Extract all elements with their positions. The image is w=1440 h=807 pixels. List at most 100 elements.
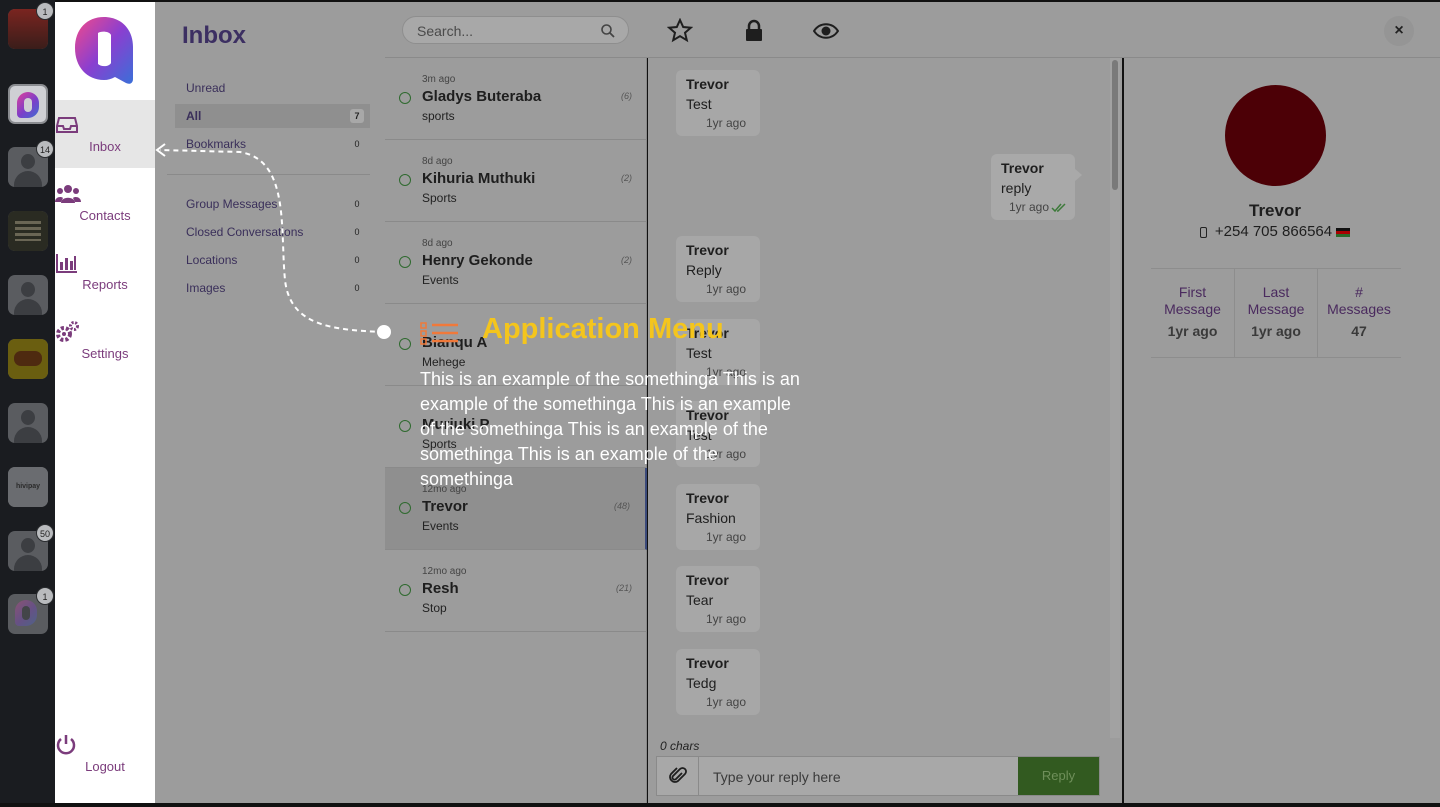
filter-images[interactable]: Images 0 [175, 276, 370, 300]
status-dot [399, 338, 411, 350]
attach-button[interactable] [657, 757, 699, 795]
status-dot [399, 256, 411, 268]
message-time: 1yr ago [705, 530, 746, 544]
message-text: Test [686, 96, 712, 112]
stat-label: Last [1262, 284, 1290, 300]
contact-phone-row: +254 705 866564 [1124, 223, 1426, 240]
conversation-name: Trevor [422, 498, 468, 515]
account-image [8, 211, 48, 251]
account-avatar[interactable] [8, 275, 48, 315]
gears-icon [56, 321, 79, 342]
conversation-tag: Stop [422, 601, 447, 615]
search-icon[interactable] [600, 23, 616, 39]
contact-phone: +254 705 866564 [1214, 223, 1333, 240]
message-count: (6) [621, 91, 632, 101]
filter-count: 0 [354, 227, 360, 237]
conversation-time: 8d ago [422, 156, 453, 167]
incoming-message: Trevor Test 1yr ago [676, 70, 760, 136]
filter-label: All [186, 109, 202, 123]
account-avatar[interactable] [8, 211, 48, 251]
filter-label: Bookmarks [186, 137, 247, 151]
status-dot [399, 584, 411, 596]
filter-count: 0 [354, 283, 360, 293]
account-avatar[interactable]: hivipay [8, 467, 48, 507]
account-avatar[interactable]: 14 [8, 140, 54, 187]
logout-button[interactable]: Logout [55, 720, 155, 788]
account-image [8, 403, 48, 443]
stat-first-message: First Message 1yr ago [1151, 269, 1234, 357]
message-sender: Trevor [686, 490, 729, 506]
nav-settings[interactable]: Settings [55, 307, 155, 375]
reply-button[interactable]: Reply [1018, 757, 1099, 795]
message-count: (21) [615, 583, 632, 593]
message-count: (2) [621, 255, 632, 265]
app-logo-icon [17, 92, 39, 118]
nav-inbox-label: Inbox [89, 139, 121, 154]
filter-group-messages[interactable]: Group Messages 0 [175, 192, 370, 216]
users-icon [55, 185, 81, 203]
status-dot [399, 92, 411, 104]
message-text: Reply [686, 262, 722, 278]
stat-message-count: # Messages 47 [1317, 269, 1400, 357]
account-avatar[interactable]: 1 [8, 2, 54, 49]
account-avatar[interactable] [8, 84, 48, 124]
close-button[interactable]: × [1384, 16, 1414, 46]
app-logo-icon [15, 600, 37, 626]
lock-icon[interactable] [741, 18, 767, 44]
account-avatar[interactable]: 1 [8, 587, 54, 634]
account-image [8, 339, 48, 379]
conversation-item[interactable]: 8d ago Kihuria Muthuki Sports (2) [385, 140, 647, 222]
filter-unread[interactable]: Unread [175, 76, 370, 100]
tour-title: Application Menu [482, 313, 724, 345]
filter-label: Locations [186, 253, 238, 267]
message-text: reply [1001, 180, 1032, 196]
stat-last-message: Last Message 1yr ago [1234, 269, 1317, 357]
conversation-item[interactable]: 12mo ago Resh Stop (21) [385, 550, 647, 632]
nav-reports[interactable]: Reports [55, 238, 155, 306]
filter-all[interactable]: All 7 [175, 104, 370, 128]
star-icon[interactable] [667, 18, 693, 44]
outgoing-message: Trevor reply 1yr ago [991, 154, 1082, 220]
unread-badge: 14 [35, 140, 54, 158]
incoming-message: Trevor Fashion 1yr ago [676, 484, 760, 550]
app-logo [75, 17, 133, 84]
conversation-tag: Events [422, 273, 459, 287]
account-avatar[interactable] [8, 339, 48, 379]
search-input[interactable] [417, 22, 587, 40]
nav-contacts[interactable]: Contacts [55, 169, 155, 237]
conversation-item[interactable]: 8d ago Henry Gekonde Events (2) [385, 222, 647, 304]
filter-count: 0 [354, 255, 360, 265]
filter-count: 7 [350, 109, 364, 123]
filter-count: 0 [354, 139, 360, 149]
avatar [1225, 85, 1326, 186]
account-avatar[interactable]: 50 [8, 524, 54, 571]
message-time: 1yr ago [705, 282, 746, 296]
filter-closed-conversations[interactable]: Closed Conversations 0 [175, 220, 370, 244]
filter-label: Unread [186, 81, 226, 95]
reply-composer: Reply [656, 756, 1100, 796]
conversation-name: Henry Gekonde [422, 252, 533, 269]
account-avatar[interactable] [8, 403, 48, 443]
conversation-name: Resh [422, 580, 459, 597]
contact-profile-panel: Trevor +254 705 866564 First Message 1yr … [1124, 58, 1440, 803]
message-sender: Trevor [1001, 160, 1044, 176]
message-time: 1yr ago [705, 116, 746, 130]
conversation-item[interactable]: 3m ago Gladys Buteraba sports (6) [385, 58, 647, 140]
inbox-icon [56, 117, 78, 133]
filter-bookmarks[interactable]: Bookmarks 0 [175, 132, 370, 156]
eye-icon[interactable] [813, 18, 839, 44]
nav-inbox[interactable]: Inbox [55, 100, 155, 168]
reply-input[interactable] [713, 767, 1013, 787]
filter-locations[interactable]: Locations 0 [175, 248, 370, 272]
unread-badge: 1 [36, 587, 54, 605]
message-time: 1yr ago [705, 695, 746, 709]
inbox-filter-panel: Inbox Unread All 7 Bookmarks 0 Group Mes… [155, 2, 385, 803]
unread-badge: 1 [36, 2, 54, 20]
search-box [402, 16, 629, 44]
account-image [8, 275, 48, 315]
conversation-tag: sports [422, 109, 455, 123]
window-frame-bottom [0, 803, 1440, 807]
stat-label: Message [1247, 301, 1305, 317]
scrollbar-thumb[interactable] [1112, 60, 1118, 190]
status-dot [399, 420, 411, 432]
